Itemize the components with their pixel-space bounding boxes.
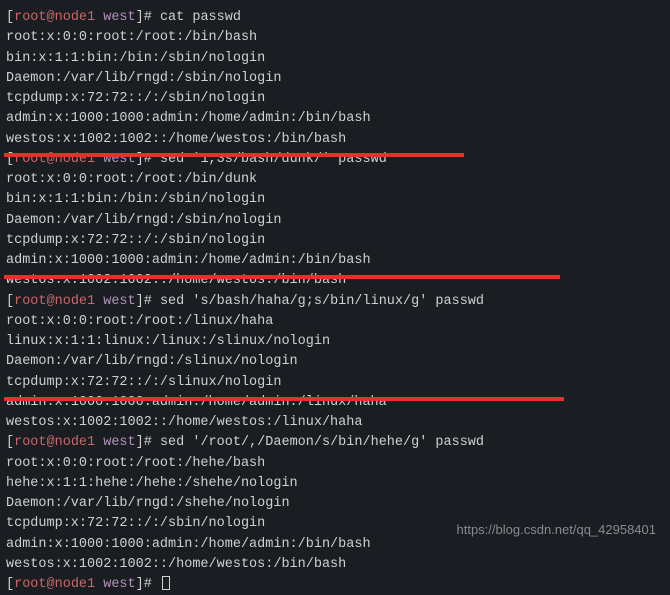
- output-line: admin:x:1000:1000:admin:/home/admin:/bin…: [6, 109, 664, 129]
- output-line: root:x:0:0:root:/root:/bin/bash: [6, 28, 664, 48]
- command-text: sed 's/bash/haha/g;s/bin/linux/g' passwd: [160, 294, 484, 309]
- prompt-space: [95, 577, 103, 592]
- output-line: bin:x:1:1:bin:/bin:/sbin/nologin: [6, 190, 664, 210]
- output-line: linux:x:1:1:linux:/linux:/slinux/nologin: [6, 332, 664, 352]
- output-line: Daemon:/var/lib/rngd:/sbin/nologin: [6, 69, 664, 89]
- output-line: westos:x:1002:1002::/home/westos:/bin/ba…: [6, 130, 664, 150]
- command-text: cat passwd: [160, 10, 241, 25]
- prompt-close-bracket: ]#: [136, 577, 160, 592]
- highlight-underline-2: [4, 275, 560, 279]
- output-line: admin:x:1000:1000:admin:/home/admin:/bin…: [6, 251, 664, 271]
- prompt-open-bracket: [: [6, 294, 14, 309]
- prompt-line[interactable]: [root@node1 west]# sed 's/bash/haha/g;s/…: [6, 292, 664, 312]
- command-text: sed '/root/,/Daemon/s/bin/hehe/g' passwd: [160, 435, 484, 450]
- prompt-user-host: root@node1: [14, 294, 95, 309]
- output-line: tcpdump:x:72:72::/:/sbin/nologin: [6, 231, 664, 251]
- output-line: tcpdump:x:72:72::/:/slinux/nologin: [6, 373, 664, 393]
- prompt-user-host: root@node1: [14, 10, 95, 25]
- prompt-close-bracket: ]#: [136, 10, 160, 25]
- output-line: admin:x:1000:1000:admin:/home/admin:/lin…: [6, 393, 664, 413]
- prompt-close-bracket: ]#: [136, 435, 160, 450]
- output-line: root:x:0:0:root:/root:/hehe/bash: [6, 454, 664, 474]
- cursor: [162, 576, 170, 590]
- output-line: Daemon:/var/lib/rngd:/sbin/nologin: [6, 211, 664, 231]
- prompt-open-bracket: [: [6, 435, 14, 450]
- watermark-text: https://blog.csdn.net/qq_42958401: [457, 520, 657, 540]
- prompt-user-host: root@node1: [14, 577, 95, 592]
- prompt-user-host: root@node1: [14, 435, 95, 450]
- output-line: root:x:0:0:root:/root:/linux/haha: [6, 312, 664, 332]
- prompt-cwd: west: [103, 435, 135, 450]
- output-line: hehe:x:1:1:hehe:/hehe:/shehe/nologin: [6, 474, 664, 494]
- highlight-underline-1: [4, 153, 464, 157]
- output-line: bin:x:1:1:bin:/bin:/sbin/nologin: [6, 49, 664, 69]
- output-line: tcpdump:x:72:72::/:/sbin/nologin: [6, 89, 664, 109]
- output-line: westos:x:1002:1002::/home/westos:/linux/…: [6, 413, 664, 433]
- prompt-cwd: west: [103, 577, 135, 592]
- prompt-open-bracket: [: [6, 10, 14, 25]
- prompt-line[interactable]: [root@node1 west]# cat passwd: [6, 8, 664, 28]
- prompt-line[interactable]: [root@node1 west]# sed '/root/,/Daemon/s…: [6, 433, 664, 453]
- output-line: root:x:0:0:root:/root:/bin/dunk: [6, 170, 664, 190]
- prompt-cwd: west: [103, 10, 135, 25]
- output-line: Daemon:/var/lib/rngd:/slinux/nologin: [6, 352, 664, 372]
- terminal-output: [root@node1 west]# cat passwdroot:x:0:0:…: [6, 8, 664, 595]
- prompt-line[interactable]: [root@node1 west]#: [6, 575, 664, 595]
- prompt-close-bracket: ]#: [136, 294, 160, 309]
- output-line: westos:x:1002:1002::/home/westos:/bin/ba…: [6, 555, 664, 575]
- highlight-underline-3: [4, 397, 564, 401]
- output-line: Daemon:/var/lib/rngd:/shehe/nologin: [6, 494, 664, 514]
- prompt-cwd: west: [103, 294, 135, 309]
- prompt-open-bracket: [: [6, 577, 14, 592]
